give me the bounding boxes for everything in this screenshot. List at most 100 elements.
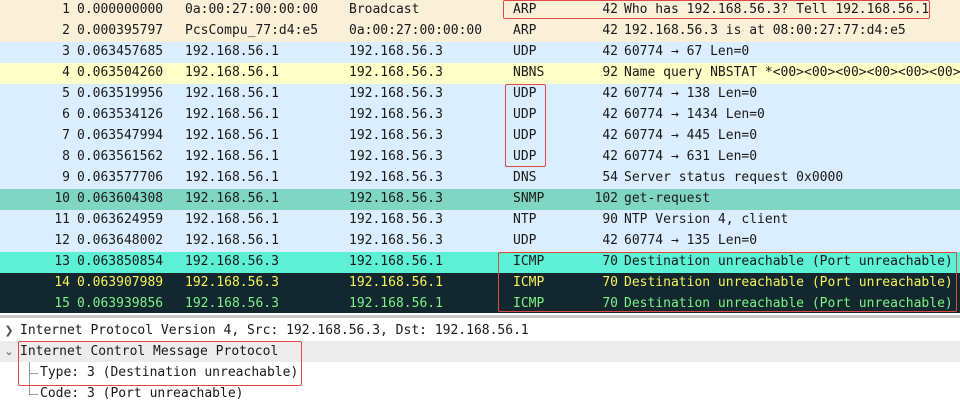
- packet-time-cell: 0.063457685: [77, 44, 164, 59]
- packet-len-cell: 42: [602, 2, 618, 17]
- packet-src-cell: 192.168.56.1: [185, 65, 279, 80]
- packet-info-cell: Destination unreachable (Port unreachabl…: [624, 254, 953, 269]
- packet-no-cell: 6: [62, 107, 70, 122]
- packet-src-cell: 192.168.56.1: [185, 212, 279, 227]
- packet-src-cell: 192.168.56.1: [185, 107, 279, 122]
- packet-no-cell: 14: [54, 275, 70, 290]
- packet-time-cell: 0.063547994: [77, 128, 164, 143]
- detail-icmp-label: Internet Control Message Protocol: [20, 344, 279, 359]
- packet-len-cell: 90: [602, 212, 618, 227]
- packet-time-cell: 0.063907989: [77, 275, 164, 290]
- packet-time-cell: 0.063561562: [77, 149, 164, 164]
- detail-row-icmp-type[interactable]: Type: 3 (Destination unreachable): [0, 362, 960, 383]
- packet-row[interactable]: 11 0.063624959 192.168.56.1 192.168.56.3 NTP…: [0, 210, 960, 231]
- packet-no-cell: 7: [62, 128, 70, 143]
- packet-len-cell: 42: [602, 233, 618, 248]
- pane-splitter[interactable]: [0, 315, 960, 318]
- packet-info-cell: NTP Version 4, client: [624, 212, 789, 227]
- packet-len-cell: 42: [602, 107, 618, 122]
- packet-len-cell: 54: [602, 170, 618, 185]
- packet-no-cell: 13: [54, 254, 70, 269]
- packet-src-cell: 192.168.56.1: [185, 233, 279, 248]
- packet-row[interactable]: 13 0.063850854 192.168.56.3 192.168.56.1 ICM…: [0, 252, 960, 273]
- packet-dst-cell: 192.168.56.3: [349, 149, 443, 164]
- packet-no-cell: 10: [54, 191, 70, 206]
- packet-time-cell: 0.063519956: [77, 86, 164, 101]
- packet-len-cell: 70: [602, 296, 618, 311]
- detail-ip-label: Internet Protocol Version 4, Src: 192.16…: [20, 323, 529, 338]
- packet-time-cell: 0.063504260: [77, 65, 164, 80]
- packet-src-cell: 192.168.56.3: [185, 254, 279, 269]
- packet-info-cell: 60774 → 1434 Len=0: [624, 107, 765, 122]
- detail-icmp-code-label: Code: 3 (Port unreachable): [40, 386, 244, 401]
- packet-dst-cell: 192.168.56.1: [349, 275, 443, 290]
- packet-src-cell: 192.168.56.1: [185, 191, 279, 206]
- packet-row[interactable]: 15 0.063939856 192.168.56.3 192.168.56.1 ICM…: [0, 294, 960, 313]
- packet-details-pane: ❯ Internet Protocol Version 4, Src: 192.…: [0, 320, 960, 403]
- packet-src-cell: 192.168.56.1: [185, 149, 279, 164]
- packet-dst-cell: 192.168.56.3: [349, 233, 443, 248]
- packet-info-cell: Who has 192.168.56.3? Tell 192.168.56.1: [624, 2, 930, 17]
- packet-dst-cell: 192.168.56.3: [349, 107, 443, 122]
- detail-row-ip[interactable]: ❯ Internet Protocol Version 4, Src: 192.…: [0, 320, 960, 341]
- packet-src-cell: 192.168.56.3: [185, 296, 279, 311]
- packet-row[interactable]: 5 0.063519956 192.168.56.1 192.168.56.3 UDP 4…: [0, 84, 960, 105]
- packet-time-cell: 0.063850854: [77, 254, 164, 269]
- tree-branch-line: [29, 394, 38, 395]
- packet-info-cell: Destination unreachable (Port unreachabl…: [624, 275, 953, 290]
- packet-row[interactable]: 1 0.000000000 0a:00:27:00:00:00 Broadcast AR…: [0, 0, 960, 21]
- packet-row[interactable]: 7 0.063547994 192.168.56.1 192.168.56.3 UDP 4…: [0, 126, 960, 147]
- packet-row[interactable]: 12 0.063648002 192.168.56.1 192.168.56.3 UDP…: [0, 231, 960, 252]
- packet-dst-cell: 0a:00:27:00:00:00: [349, 23, 483, 38]
- chevron-right-icon[interactable]: ❯: [2, 320, 16, 341]
- packet-len-cell: 42: [602, 44, 618, 59]
- packet-dst-cell: 192.168.56.3: [349, 44, 443, 59]
- tree-branch-line: [29, 373, 38, 374]
- packet-src-cell: 0a:00:27:00:00:00: [185, 2, 319, 17]
- packet-dst-cell: 192.168.56.3: [349, 191, 443, 206]
- packet-time-cell: 0.063648002: [77, 233, 164, 248]
- packet-row[interactable]: 8 0.063561562 192.168.56.1 192.168.56.3 UDP 4…: [0, 147, 960, 168]
- packet-len-cell: 102: [594, 191, 618, 206]
- packet-time-cell: 0.063604308: [77, 191, 164, 206]
- packet-src-cell: 192.168.56.1: [185, 128, 279, 143]
- packet-dst-cell: 192.168.56.3: [349, 212, 443, 227]
- packet-time-cell: 0.063577706: [77, 170, 164, 185]
- packet-info-cell: 60774 → 631 Len=0: [624, 149, 758, 164]
- packet-no-cell: 3: [62, 44, 70, 59]
- packet-len-cell: 42: [602, 128, 618, 143]
- packet-no-cell: 2: [62, 23, 70, 38]
- packet-time-cell: 0.063534126: [77, 107, 164, 122]
- packet-row[interactable]: 6 0.063534126 192.168.56.1 192.168.56.3 UDP 4…: [0, 105, 960, 126]
- packet-dst-cell: 192.168.56.3: [349, 65, 443, 80]
- packet-row[interactable]: 2 0.000395797 PcsCompu_77:d4:e5 0a:00:27:00…: [0, 21, 960, 42]
- packet-len-cell: 70: [602, 254, 618, 269]
- detail-row-icmp-code[interactable]: Code: 3 (Port unreachable): [0, 383, 960, 404]
- packet-list[interactable]: 1 0.000000000 0a:00:27:00:00:00 Broadcast AR…: [0, 0, 960, 313]
- packet-no-cell: 4: [62, 65, 70, 80]
- packet-row[interactable]: 3 0.063457685 192.168.56.1 192.168.56.3 UDP 4…: [0, 42, 960, 63]
- packet-dst-cell: 192.168.56.1: [349, 254, 443, 269]
- packet-no-cell: 11: [54, 212, 70, 227]
- packet-row[interactable]: 10 0.063604308 192.168.56.1 192.168.56.3 SNM…: [0, 189, 960, 210]
- packet-src-cell: 192.168.56.1: [185, 86, 279, 101]
- chevron-down-icon[interactable]: ⌄: [2, 341, 16, 362]
- packet-src-cell: 192.168.56.1: [185, 170, 279, 185]
- packet-no-cell: 1: [62, 2, 70, 17]
- packet-info-cell: 192.168.56.3 is at 08:00:27:77:d4:e5: [624, 23, 906, 38]
- packet-row[interactable]: 14 0.063907989 192.168.56.3 192.168.56.1 ICM…: [0, 273, 960, 294]
- packet-row[interactable]: 4 0.063504260 192.168.56.1 192.168.56.3 NBNS…: [0, 63, 960, 84]
- packet-dst-cell: Broadcast: [349, 2, 420, 17]
- packet-info-cell: Server status request 0x0000: [624, 170, 844, 185]
- packet-info-cell: 60774 → 138 Len=0: [624, 86, 758, 101]
- packet-row[interactable]: 9 0.063577706 192.168.56.1 192.168.56.3 DNS 5…: [0, 168, 960, 189]
- packet-dst-cell: 192.168.56.3: [349, 86, 443, 101]
- detail-row-icmp[interactable]: ⌄ Internet Control Message Protocol: [0, 341, 960, 362]
- packet-dst-cell: 192.168.56.1: [349, 296, 443, 311]
- packet-len-cell: 42: [602, 23, 618, 38]
- packet-info-cell: get-request: [624, 191, 711, 206]
- detail-icmp-type-label: Type: 3 (Destination unreachable): [40, 365, 299, 380]
- packet-no-cell: 5: [62, 86, 70, 101]
- packet-src-cell: 192.168.56.1: [185, 44, 279, 59]
- packet-len-cell: 92: [602, 65, 618, 80]
